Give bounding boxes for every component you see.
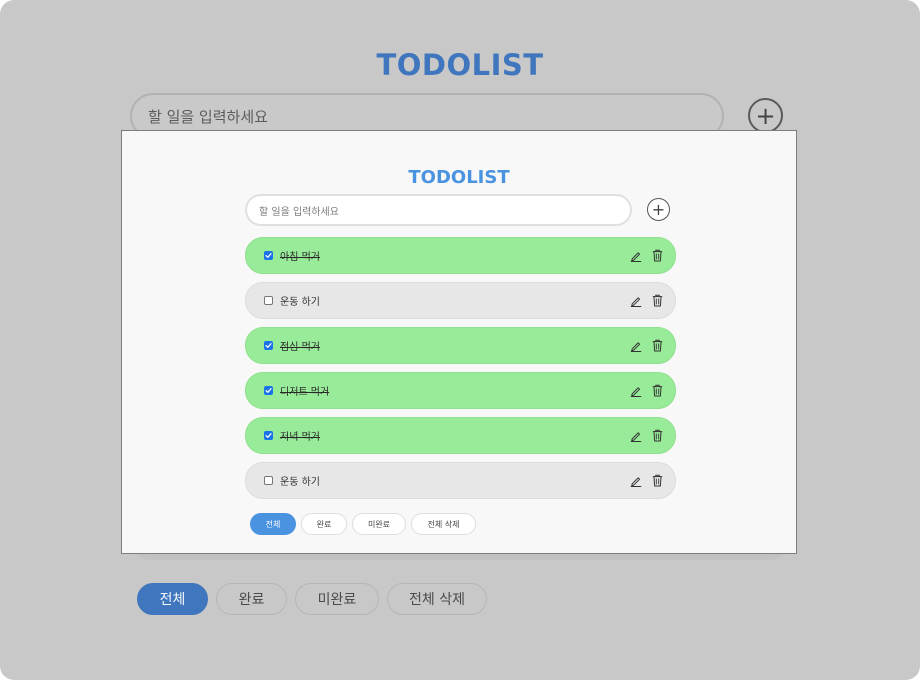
- todo-text: 디저트 먹거: [280, 387, 330, 398]
- todo-actions: [630, 384, 663, 397]
- check-icon: [265, 388, 272, 393]
- todo-text: 운동 하기: [280, 297, 320, 308]
- todo-checkbox[interactable]: [264, 251, 273, 260]
- edit-button[interactable]: [630, 249, 642, 262]
- todo-checkbox[interactable]: [264, 341, 273, 350]
- todo-input-placeholder: 할 일을 입력하세요: [259, 206, 339, 218]
- todo-item: 아침 먹거: [245, 237, 676, 274]
- delete-button[interactable]: [651, 294, 663, 307]
- check-icon: [265, 433, 272, 438]
- todo-item: 점심 먹거: [245, 327, 676, 364]
- todo-item: 운동 하기: [245, 462, 676, 499]
- plus-icon: +: [651, 199, 666, 219]
- todo-item: 디저트 먹거: [245, 372, 676, 409]
- todo-item: 운동 하기: [245, 282, 676, 319]
- pencil-icon: [630, 386, 642, 397]
- filter-done-button[interactable]: 완료: [301, 513, 347, 535]
- todo-actions: [630, 474, 663, 487]
- todo-list: 아침 먹거 운동 하기 점심 먹거 디저트 먹거 저녁 먹거 운동 하기: [245, 237, 676, 507]
- pencil-icon: [630, 431, 642, 442]
- todo-text: 점심 먹거: [280, 342, 320, 353]
- pencil-icon: [630, 296, 642, 307]
- delete-button[interactable]: [651, 384, 663, 397]
- bg-plus-icon: +: [755, 101, 776, 130]
- todo-checkbox[interactable]: [264, 386, 273, 395]
- todo-item: 저녁 먹거: [245, 417, 676, 454]
- bg-filter-done[interactable]: 완료: [216, 583, 287, 615]
- edit-button[interactable]: [630, 339, 642, 352]
- pencil-icon: [630, 476, 642, 487]
- edit-button[interactable]: [630, 429, 642, 442]
- todo-actions: [630, 249, 663, 262]
- trash-icon: [652, 294, 662, 307]
- delete-button[interactable]: [651, 429, 663, 442]
- delete-button[interactable]: [651, 249, 663, 262]
- bg-delete-all-button[interactable]: 전체 삭제: [387, 583, 487, 615]
- filter-bar: 전체 완료 미완료 전체 삭제: [250, 513, 476, 535]
- todo-input[interactable]: 할 일을 입력하세요: [245, 194, 632, 226]
- delete-all-button[interactable]: 전체 삭제: [411, 513, 476, 535]
- add-button[interactable]: +: [647, 198, 670, 221]
- edit-button[interactable]: [630, 384, 642, 397]
- trash-icon: [652, 339, 662, 352]
- trash-icon: [652, 429, 662, 442]
- pencil-icon: [630, 251, 642, 262]
- todo-checkbox[interactable]: [264, 476, 273, 485]
- bg-add-button[interactable]: +: [748, 98, 783, 133]
- bg-filter-bar: 전체 완료 미완료 전체 삭제: [137, 583, 487, 615]
- pencil-icon: [630, 341, 642, 352]
- delete-button[interactable]: [651, 339, 663, 352]
- todo-checkbox[interactable]: [264, 296, 273, 305]
- trash-icon: [652, 474, 662, 487]
- bg-filter-all[interactable]: 전체: [137, 583, 208, 615]
- todo-actions: [630, 339, 663, 352]
- page-title: TODOLIST: [408, 167, 510, 188]
- todo-actions: [630, 294, 663, 307]
- edit-button[interactable]: [630, 294, 642, 307]
- trash-icon: [652, 249, 662, 262]
- todo-text: 아침 먹거: [280, 252, 320, 263]
- check-icon: [265, 343, 272, 348]
- check-icon: [265, 253, 272, 258]
- todo-text: 저녁 먹거: [280, 432, 320, 443]
- filter-all-button[interactable]: 전체: [250, 513, 296, 535]
- bg-page-title: TODOLIST: [376, 48, 544, 82]
- trash-icon: [652, 384, 662, 397]
- delete-button[interactable]: [651, 474, 663, 487]
- edit-button[interactable]: [630, 474, 642, 487]
- filter-undone-button[interactable]: 미완료: [352, 513, 406, 535]
- bg-filter-undone[interactable]: 미완료: [295, 583, 379, 615]
- bg-todo-input-placeholder: 할 일을 입력하세요: [148, 107, 268, 126]
- todo-modal: TODOLIST 할 일을 입력하세요 + 아침 먹거 운동 하기 점심 먹거 디저트…: [121, 130, 797, 554]
- todo-checkbox[interactable]: [264, 431, 273, 440]
- todo-actions: [630, 429, 663, 442]
- todo-text: 운동 하기: [280, 477, 320, 488]
